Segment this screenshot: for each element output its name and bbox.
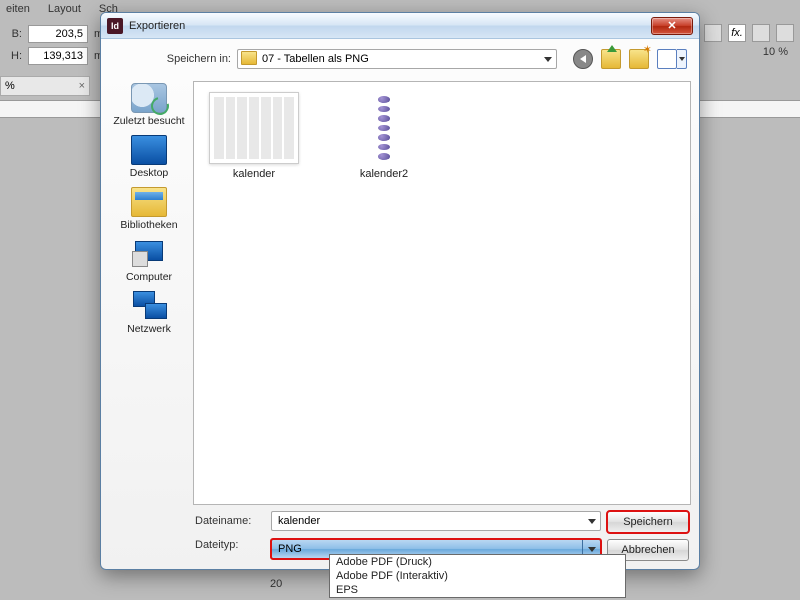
places-network[interactable]: Netzwerk xyxy=(110,291,188,335)
filetype-option[interactable]: Adobe PDF (Druck) xyxy=(330,555,625,569)
up-one-level-button[interactable] xyxy=(601,49,621,69)
bg-toolbar-icons: fx. xyxy=(704,24,794,42)
filetype-option[interactable]: EPS xyxy=(330,583,625,597)
zoom-tab[interactable]: %× xyxy=(0,76,90,96)
file-item-kalender2[interactable]: kalender2 xyxy=(334,92,434,180)
view-menu-button[interactable] xyxy=(657,49,687,69)
dialog-title: Exportieren xyxy=(129,20,185,32)
width-input[interactable]: 203,5 xyxy=(28,25,88,43)
filetype-dropdown-list[interactable]: Adobe PDF (Druck) Adobe PDF (Interaktiv)… xyxy=(329,554,626,598)
filetype-option[interactable]: Adobe PDF (Interaktiv) xyxy=(330,569,625,583)
places-bar: Zuletzt besucht Desktop Bibliotheken Com… xyxy=(109,81,189,505)
chevron-down-icon xyxy=(544,57,552,62)
places-computer[interactable]: Computer xyxy=(110,239,188,283)
savein-combo[interactable]: 07 - Tabellen als PNG xyxy=(237,49,557,69)
close-button[interactable]: ✕ xyxy=(651,17,693,35)
bg-right-pct: 10 % xyxy=(763,46,788,58)
height-input[interactable]: 139,313 xyxy=(28,47,88,65)
savein-label: Speichern in: xyxy=(161,53,231,65)
places-libraries[interactable]: Bibliotheken xyxy=(110,187,188,231)
file-item-kalender[interactable]: kalender xyxy=(204,92,304,180)
filename-combo[interactable]: kalender xyxy=(271,511,601,531)
filetype-label: Dateityp: xyxy=(195,539,265,551)
dialog-titlebar[interactable]: Id Exportieren ✕ xyxy=(101,13,699,39)
places-desktop[interactable]: Desktop xyxy=(110,135,188,179)
indesign-icon: Id xyxy=(107,18,123,34)
file-list[interactable]: kalender kalender2 xyxy=(193,81,691,505)
new-folder-button[interactable] xyxy=(629,49,649,69)
chevron-down-icon xyxy=(588,519,596,524)
file-thumbnail xyxy=(339,92,429,164)
filename-label: Dateiname: xyxy=(195,515,265,527)
back-button[interactable] xyxy=(573,49,593,69)
file-thumbnail xyxy=(209,92,299,164)
places-recent[interactable]: Zuletzt besucht xyxy=(110,83,188,127)
chevron-down-icon xyxy=(588,547,596,552)
save-button[interactable]: Speichern xyxy=(607,511,689,533)
folder-icon xyxy=(241,51,257,65)
export-dialog: Id Exportieren ✕ Speichern in: 07 - Tabe… xyxy=(100,12,700,570)
